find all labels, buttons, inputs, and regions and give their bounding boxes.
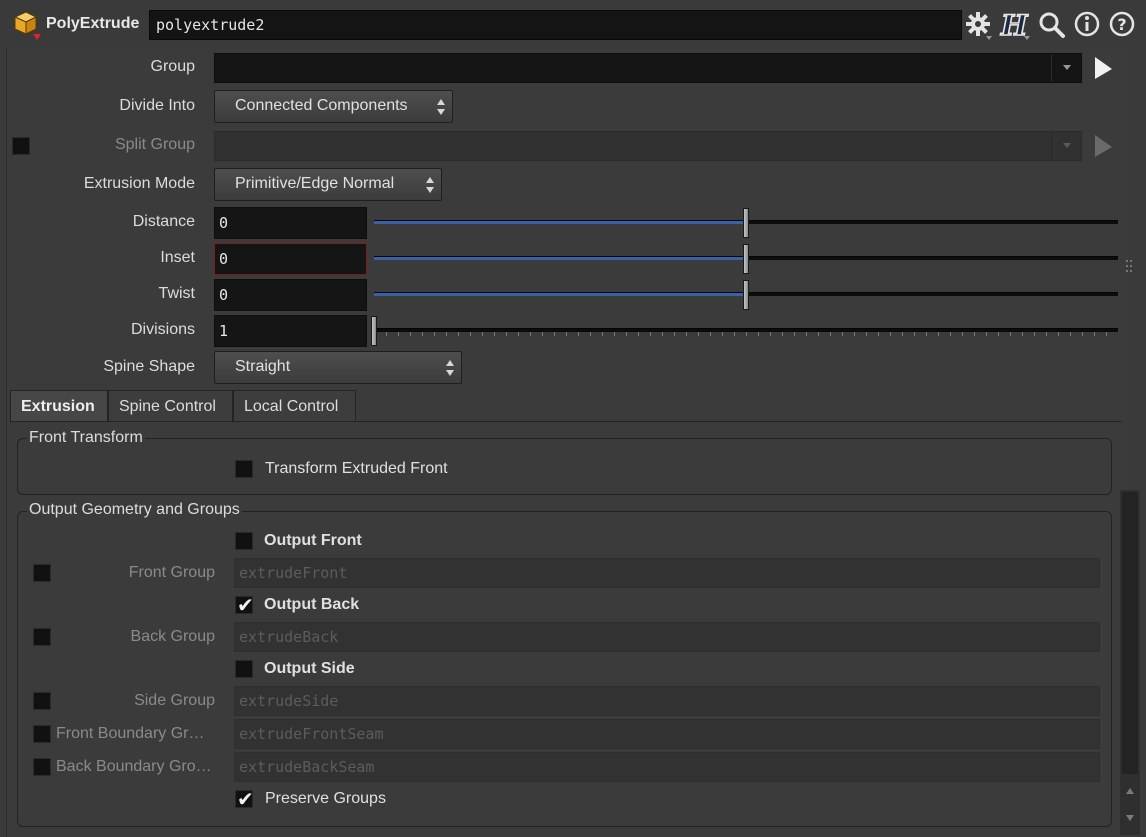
output-side-checkbox[interactable]: [235, 660, 253, 678]
twist-input[interactable]: 0: [214, 279, 367, 311]
side-group-label: Side Group: [134, 692, 215, 709]
back-group-input[interactable]: extrudeBack: [234, 622, 1100, 652]
checkmark-icon: ✔: [237, 789, 254, 811]
extrusion-mode-menu[interactable]: Primitive/Edge Normal: [214, 168, 442, 201]
output-front-checkbox[interactable]: [235, 532, 253, 550]
info-icon[interactable]: [1072, 9, 1104, 41]
back-group-label: Back Group: [130, 628, 215, 645]
node-type-label: PolyExtrude: [46, 15, 140, 32]
parameter-header: PolyExtrude polyextrude2 H ?: [0, 0, 1146, 48]
inset-input[interactable]: 0: [214, 243, 367, 275]
extrusion-mode-label: Extrusion Mode: [83, 175, 195, 192]
divisions-slider-ticks: [374, 332, 1118, 336]
front-boundary-group-input[interactable]: extrudeFrontSeam: [234, 719, 1100, 749]
split-group-select-arrow-icon[interactable]: [1092, 133, 1114, 159]
group-label: Group: [150, 58, 195, 75]
output-back-label: Output Back: [264, 596, 360, 613]
tab-spine-control[interactable]: Spine Control: [108, 390, 233, 422]
inset-slider-fill: [374, 257, 746, 260]
group-input[interactable]: [214, 53, 1082, 83]
search-icon[interactable]: [1036, 9, 1068, 41]
spine-shape-value: Straight: [235, 358, 291, 375]
transform-extruded-front-checkbox[interactable]: [235, 460, 253, 478]
front-transform-title: Front Transform: [27, 429, 145, 447]
output-front-label: Output Front: [264, 532, 362, 549]
help-icon[interactable]: ?: [1107, 9, 1139, 41]
front-group-label: Front Group: [128, 564, 215, 581]
distance-label: Distance: [132, 213, 195, 230]
side-group-toggle[interactable]: [33, 692, 51, 710]
menu-arrows-icon: [437, 99, 445, 115]
transform-extruded-front-label: Transform Extruded Front: [265, 460, 448, 477]
output-back-checkbox[interactable]: ✔: [235, 595, 254, 617]
menu-arrows-icon: [446, 360, 454, 376]
spine-shape-menu[interactable]: Straight: [214, 351, 462, 384]
back-boundary-group-input[interactable]: extrudeBackSeam: [234, 752, 1100, 782]
back-boundary-group-label: Back Boundary Gro…: [56, 758, 212, 775]
side-group-input[interactable]: extrudeSide: [234, 686, 1100, 716]
distance-input[interactable]: 0: [214, 207, 367, 239]
split-group-label: Split Group: [114, 136, 195, 153]
front-boundary-group-toggle[interactable]: [33, 725, 51, 743]
twist-label: Twist: [158, 285, 195, 302]
tab-local-control[interactable]: Local Control: [233, 390, 356, 422]
scroll-up-icon[interactable]: [1122, 782, 1138, 800]
preserve-groups-label: Preserve Groups: [265, 790, 386, 807]
group-dropdown-button[interactable]: [1051, 54, 1081, 82]
divide-into-value: Connected Components: [235, 97, 408, 114]
menu-arrows-icon: [426, 177, 434, 193]
inset-label: Inset: [160, 249, 195, 266]
houdini-help-icon[interactable]: H: [998, 8, 1030, 43]
extrusion-mode-value: Primitive/Edge Normal: [235, 175, 395, 192]
preserve-groups-checkbox[interactable]: ✔: [235, 789, 254, 811]
divisions-label: Divisions: [130, 321, 195, 338]
tab-extrusion[interactable]: Extrusion: [10, 390, 108, 422]
divide-into-menu[interactable]: Connected Components: [214, 90, 453, 123]
twist-slider-handle[interactable]: [743, 280, 749, 310]
scroll-down-icon[interactable]: [1122, 809, 1138, 827]
group-select-arrow-icon[interactable]: [1092, 55, 1114, 81]
divisions-slider-handle[interactable]: [371, 316, 377, 346]
split-group-toggle[interactable]: [12, 137, 30, 155]
scrollbar-thumb[interactable]: [1122, 492, 1138, 774]
node-name-input[interactable]: polyextrude2: [149, 10, 962, 40]
front-boundary-group-label: Front Boundary Gr…: [56, 725, 205, 742]
distance-slider-fill: [374, 221, 746, 224]
divisions-input[interactable]: 1: [214, 315, 367, 347]
front-group-input[interactable]: extrudeFront: [234, 558, 1100, 588]
gear-icon[interactable]: [962, 9, 994, 41]
checkmark-icon: ✔: [237, 595, 254, 617]
spine-shape-label: Spine Shape: [103, 358, 195, 375]
output-geometry-title: Output Geometry and Groups: [27, 501, 242, 519]
front-group-toggle[interactable]: [33, 564, 51, 582]
distance-slider-handle[interactable]: [743, 208, 749, 238]
inset-slider-handle[interactable]: [743, 244, 749, 274]
back-group-toggle[interactable]: [33, 628, 51, 646]
output-side-label: Output Side: [264, 660, 355, 677]
front-transform-group: [17, 438, 1112, 495]
twist-slider-fill: [374, 293, 746, 296]
polyextrude-node-icon[interactable]: [12, 10, 42, 42]
back-boundary-group-toggle[interactable]: [33, 758, 51, 776]
split-group-dropdown-button[interactable]: [1051, 132, 1081, 160]
divide-into-label: Divide Into: [119, 97, 195, 114]
svg-text:?: ?: [1117, 15, 1126, 34]
split-group-input[interactable]: [214, 131, 1082, 161]
pane-resize-grip-icon[interactable]: [1125, 258, 1135, 274]
